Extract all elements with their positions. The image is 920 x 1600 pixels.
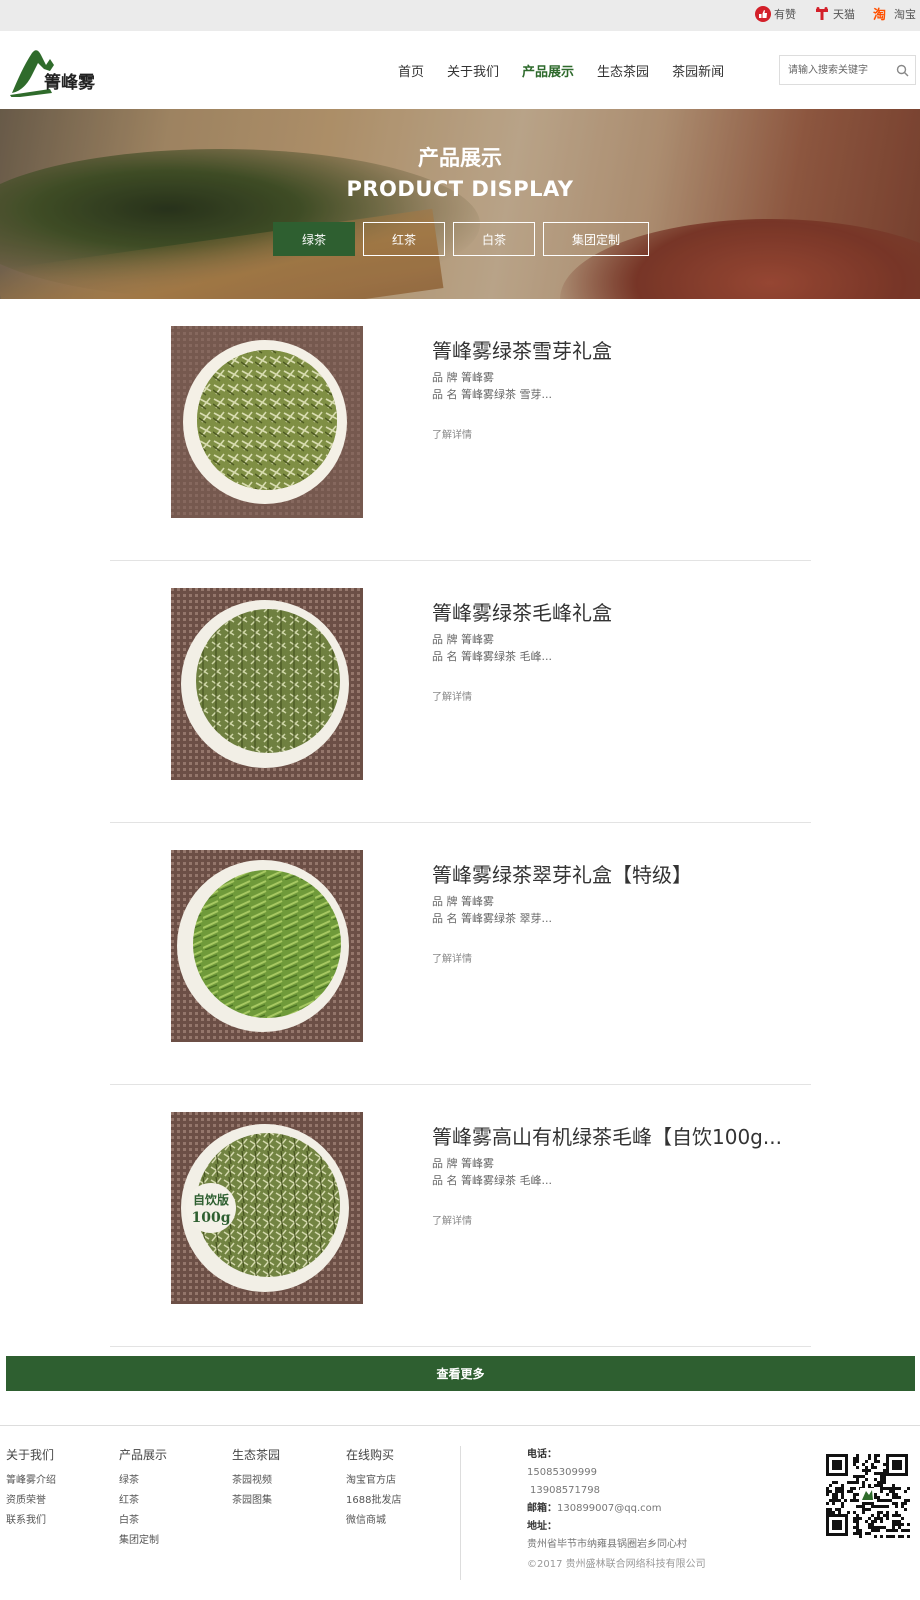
product-title[interactable]: 箐峰雾绿茶毛峰礼盒 [432, 597, 802, 626]
address-label: 地址： [527, 1521, 557, 1532]
search-box [779, 55, 916, 85]
footer-col-products: 产品展示 绿茶 红茶 白茶 集团定制 [119, 1446, 167, 1551]
product-brand: 品 牌 箐峰雾 [432, 1157, 494, 1170]
contact-info: 电话： 15085309999 13908571798 邮箱：130899007… [527, 1446, 687, 1554]
svg-text:淘: 淘 [873, 7, 886, 22]
search-input[interactable] [780, 56, 890, 84]
footer-link[interactable]: 箐峰雾介绍 [6, 1471, 56, 1486]
footer-divider [0, 1425, 920, 1426]
brand-logo[interactable]: 箐峰雾 [10, 41, 105, 98]
footer-link[interactable]: 微信商城 [346, 1511, 401, 1526]
taobao-label: 淘宝 [894, 8, 916, 21]
youzan-label: 有赞 [774, 8, 796, 21]
page-banner: 产品展示 PRODUCT DISPLAY 绿茶 红茶 白茶 集团定制 [0, 109, 920, 299]
product-title[interactable]: 箐峰雾绿茶雪芽礼盒 [432, 335, 802, 364]
taobao-icon: 淘 [873, 7, 886, 22]
footer-link[interactable]: 资质荣誉 [6, 1491, 56, 1506]
product-item: 箐峰雾绿茶雪芽礼盒 品 牌 箐峰雾 品 名 箐峰雾绿茶 雪芽... 了解详情 [110, 299, 811, 561]
product-image[interactable] [171, 850, 363, 1042]
nav-news[interactable]: 茶园新闻 [672, 61, 724, 80]
search-icon[interactable] [896, 64, 909, 77]
footer-col-heading[interactable]: 在线购买 [346, 1446, 401, 1463]
product-details-link[interactable]: 了解详情 [432, 426, 472, 441]
qr-code [824, 1452, 910, 1538]
tab-black-tea[interactable]: 红茶 [363, 222, 445, 256]
product-name: 品 名 箐峰雾绿茶 翠芽... [432, 912, 552, 925]
product-item: 箐峰雾绿茶毛峰礼盒 品 牌 箐峰雾 品 名 箐峰雾绿茶 毛峰... 了解详情 [110, 561, 811, 823]
product-item: 箐峰雾绿茶翠芽礼盒【特级】 品 牌 箐峰雾 品 名 箐峰雾绿茶 翠芽... 了解… [110, 823, 811, 1085]
phone-number: 15085309999 [527, 1467, 597, 1478]
footer-link[interactable]: 联系我们 [6, 1511, 56, 1526]
category-tabs: 绿茶 红茶 白茶 集团定制 [273, 222, 649, 256]
phone-label: 电话： [527, 1449, 557, 1460]
banner-title-en: PRODUCT DISPLAY [346, 177, 574, 201]
tab-white-tea[interactable]: 白茶 [453, 222, 535, 256]
footer-col-garden: 生态茶园 茶园视频 茶园图集 [232, 1446, 280, 1511]
footer-link[interactable]: 红茶 [119, 1491, 167, 1506]
tmall-label: 天猫 [833, 8, 855, 21]
tmall-icon [816, 7, 828, 20]
product-name: 品 名 箐峰雾绿茶 毛峰... [432, 650, 552, 663]
badge-line1: 自饮版 [193, 1192, 229, 1207]
footer-link[interactable]: 1688批发店 [346, 1491, 401, 1506]
footer-col-heading[interactable]: 生态茶园 [232, 1446, 280, 1463]
product-image[interactable]: 自饮版 100g [171, 1112, 363, 1304]
badge-line2: 100g [191, 1210, 230, 1226]
nav-home[interactable]: 首页 [398, 61, 424, 80]
nav-products[interactable]: 产品展示 [522, 61, 574, 80]
main-nav: 首页 关于我们 产品展示 生态茶园 茶园新闻 [398, 61, 747, 80]
copyright: ©2017 贵州盛林联合网络科技有限公司 [527, 1559, 706, 1570]
product-item: 自饮版 100g 箐峰雾高山有机绿茶毛峰【自饮100g... 品 牌 箐峰雾 品… [110, 1085, 811, 1347]
nav-tea-garden[interactable]: 生态茶园 [597, 61, 649, 80]
banner-title-cn: 产品展示 [418, 146, 502, 170]
youzan-icon [755, 6, 771, 22]
taobao-link[interactable]: 淘 淘宝 [873, 6, 916, 22]
top-bar: 有赞 天猫 淘 淘宝 [0, 0, 920, 31]
view-more-button[interactable]: 查看更多 [6, 1356, 915, 1391]
email-address: 130899007@qq.com [557, 1503, 662, 1514]
product-image[interactable] [171, 588, 363, 780]
product-title[interactable]: 箐峰雾高山有机绿茶毛峰【自饮100g... [432, 1121, 802, 1150]
product-image[interactable] [171, 326, 363, 518]
product-brand: 品 牌 箐峰雾 [432, 633, 494, 646]
footer-col-buy: 在线购买 淘宝官方店 1688批发店 微信商城 [346, 1446, 401, 1531]
tab-green-tea[interactable]: 绿茶 [273, 222, 355, 256]
tab-group-custom[interactable]: 集团定制 [543, 222, 649, 256]
product-brand: 品 牌 箐峰雾 [432, 371, 494, 384]
footer-link[interactable]: 白茶 [119, 1511, 167, 1526]
product-brand: 品 牌 箐峰雾 [432, 895, 494, 908]
footer-link[interactable]: 茶园图集 [232, 1491, 280, 1506]
footer-link[interactable]: 绿茶 [119, 1471, 167, 1486]
product-name: 品 名 箐峰雾绿茶 毛峰... [432, 1174, 552, 1187]
product-name: 品 名 箐峰雾绿茶 雪芽... [432, 388, 552, 401]
product-title[interactable]: 箐峰雾绿茶翠芽礼盒【特级】 [432, 859, 802, 888]
product-details-link[interactable]: 了解详情 [432, 688, 472, 703]
product-list: 箐峰雾绿茶雪芽礼盒 品 牌 箐峰雾 品 名 箐峰雾绿茶 雪芽... 了解详情 箐… [110, 299, 811, 1347]
tmall-link[interactable]: 天猫 [814, 6, 855, 22]
product-details-link[interactable]: 了解详情 [432, 950, 472, 965]
site-header: 箐峰雾 首页 关于我们 产品展示 生态茶园 茶园新闻 [0, 31, 920, 109]
logo-text: 箐峰雾 [44, 72, 96, 93]
phone-number: 13908571798 [530, 1485, 600, 1496]
footer-col-heading[interactable]: 关于我们 [6, 1446, 56, 1463]
footer-link[interactable]: 淘宝官方店 [346, 1471, 401, 1486]
footer-link[interactable]: 集团定制 [119, 1531, 167, 1546]
address-text: 贵州省毕节市纳雍县锅圈岩乡同心村 [527, 1539, 687, 1550]
nav-about[interactable]: 关于我们 [447, 61, 499, 80]
youzan-link[interactable]: 有赞 [755, 6, 796, 22]
footer-col-about: 关于我们 箐峰雾介绍 资质荣誉 联系我们 [6, 1446, 56, 1531]
email-label: 邮箱： [527, 1503, 557, 1514]
store-links: 有赞 天猫 淘 淘宝 [755, 6, 916, 22]
footer-col-heading[interactable]: 产品展示 [119, 1446, 167, 1463]
footer-link[interactable]: 茶园视频 [232, 1471, 280, 1486]
product-details-link[interactable]: 了解详情 [432, 1212, 472, 1227]
footer-vertical-divider [460, 1446, 461, 1580]
